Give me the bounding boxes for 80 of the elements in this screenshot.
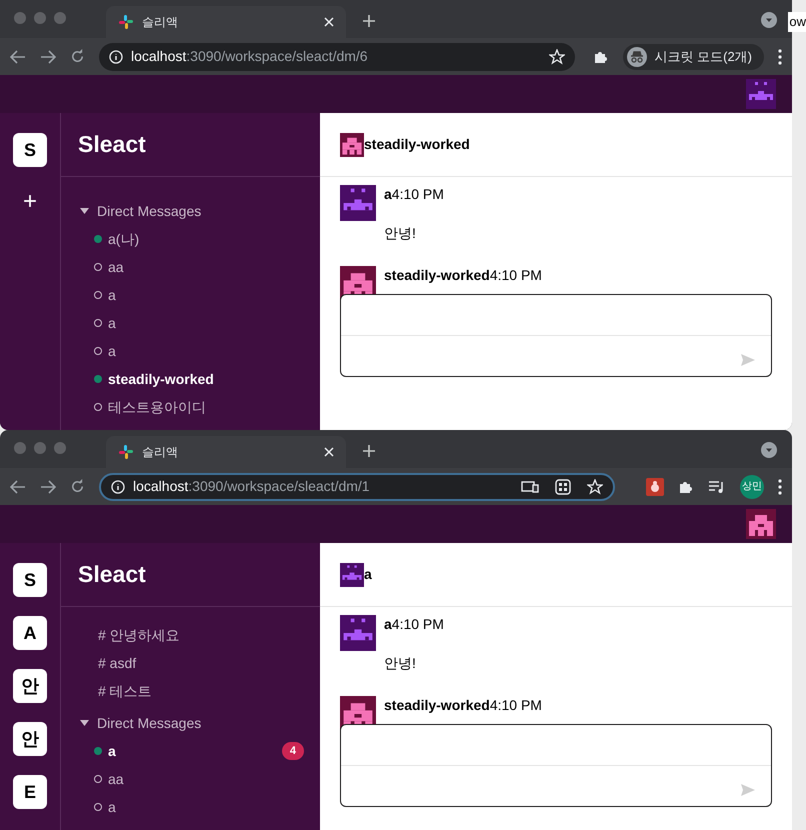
section-toggle[interactable]: Direct Messages xyxy=(80,709,320,737)
dm-item[interactable]: aa xyxy=(94,765,304,793)
dm-item[interactable]: a xyxy=(94,309,304,337)
user-avatar xyxy=(746,509,776,539)
channel-item[interactable]: # 안녕하세요 xyxy=(98,621,320,649)
user-avatar xyxy=(340,185,376,221)
url-text: localhost:3090/workspace/sleact/dm/6 xyxy=(131,47,369,66)
more-menu-icon[interactable] xyxy=(778,48,782,64)
dm-item[interactable]: a xyxy=(94,337,304,365)
add-workspace-button[interactable]: + xyxy=(22,190,37,214)
chat-title: steadily-worked xyxy=(364,135,470,154)
workspace-button[interactable]: S xyxy=(13,133,47,167)
dm-item[interactable]: a(나) xyxy=(94,225,304,253)
workspace-button[interactable]: 안 xyxy=(13,669,47,703)
message-input-box[interactable] xyxy=(340,724,772,807)
dm-item[interactable]: a 4 xyxy=(94,737,304,765)
chat-title: a xyxy=(364,565,372,584)
user-avatar xyxy=(746,79,776,109)
channel-item[interactable]: # asdf xyxy=(98,649,320,677)
bug-icon[interactable] xyxy=(646,478,664,496)
unread-badge: 4 xyxy=(282,742,304,760)
new-tab-icon[interactable] xyxy=(362,14,376,28)
incognito-icon xyxy=(626,46,646,66)
close-icon[interactable] xyxy=(324,17,334,27)
more-menu-icon[interactable] xyxy=(778,478,782,494)
message-header: a4:10 PM xyxy=(384,185,444,203)
browser-tab[interactable]: 슬리액 xyxy=(106,436,346,468)
close-icon[interactable] xyxy=(324,447,334,457)
new-tab-icon[interactable] xyxy=(362,444,376,458)
music-queue-icon[interactable] xyxy=(708,478,726,494)
user-avatar xyxy=(340,132,364,156)
cast-icon[interactable] xyxy=(521,480,539,494)
address-bar[interactable]: localhost:3090/workspace/sleact/dm/6 xyxy=(99,42,575,70)
profile-avatar[interactable]: 상민 xyxy=(740,474,764,498)
bookmark-star-icon[interactable] xyxy=(549,48,565,64)
reload-icon[interactable] xyxy=(70,49,85,64)
qr-code-icon[interactable] xyxy=(555,478,571,494)
dm-item[interactable]: 테스트용아이디 xyxy=(94,393,304,421)
message-text: 안녕! xyxy=(384,224,417,243)
incognito-profile-button[interactable]: 시크릿 모드(2개) xyxy=(622,44,764,70)
workspace-button[interactable]: E xyxy=(13,775,47,809)
tab-title: 슬리액 xyxy=(142,444,179,461)
message-header: a4:10 PM xyxy=(384,615,444,633)
message-input-box[interactable] xyxy=(340,294,772,377)
user-avatar xyxy=(340,615,376,651)
url-text: localhost:3090/workspace/sleact/dm/1 xyxy=(133,477,371,496)
forward-arrow-icon[interactable] xyxy=(40,480,56,494)
profile-label: 시크릿 모드(2개) xyxy=(654,48,752,66)
forward-arrow-icon[interactable] xyxy=(40,50,56,64)
caret-icon xyxy=(80,208,89,214)
slack-logo-icon xyxy=(118,444,134,460)
channel-item[interactable]: # 테스트 xyxy=(98,677,320,705)
slack-logo-icon xyxy=(118,14,134,30)
message-header: steadily-worked4:10 PM xyxy=(384,266,542,284)
tab-search-icon[interactable] xyxy=(761,12,777,28)
workspace-button[interactable]: 안 xyxy=(13,722,47,756)
bookmark-star-icon[interactable] xyxy=(587,478,603,494)
back-arrow-icon[interactable] xyxy=(10,50,26,64)
workspace-title: Sleact xyxy=(78,560,146,590)
workspace-button[interactable]: S xyxy=(13,563,47,597)
section-toggle[interactable]: Direct Messages xyxy=(80,197,320,225)
reload-icon[interactable] xyxy=(70,479,85,494)
tab-search-icon[interactable] xyxy=(761,442,777,458)
tab-title: 슬리액 xyxy=(142,14,179,31)
dm-item[interactable]: a xyxy=(94,281,304,309)
info-icon xyxy=(109,50,123,64)
browser-tab[interactable]: 슬리액 xyxy=(106,6,346,38)
info-icon xyxy=(111,480,125,494)
caret-icon xyxy=(80,720,89,726)
dm-item[interactable]: aa xyxy=(94,253,304,281)
background-window-text: ow xyxy=(788,12,806,32)
workspace-button[interactable]: A xyxy=(13,616,47,650)
message-header: steadily-worked4:10 PM xyxy=(384,696,542,714)
back-arrow-icon[interactable] xyxy=(10,480,26,494)
address-bar[interactable]: localhost:3090/workspace/sleact/dm/1 xyxy=(99,472,615,500)
dm-item[interactable]: steadily-worked xyxy=(94,365,304,393)
workspace-title: Sleact xyxy=(78,130,146,160)
dm-item[interactable]: a xyxy=(94,793,304,821)
user-avatar xyxy=(340,562,364,586)
message-text: 안녕! xyxy=(384,654,417,673)
